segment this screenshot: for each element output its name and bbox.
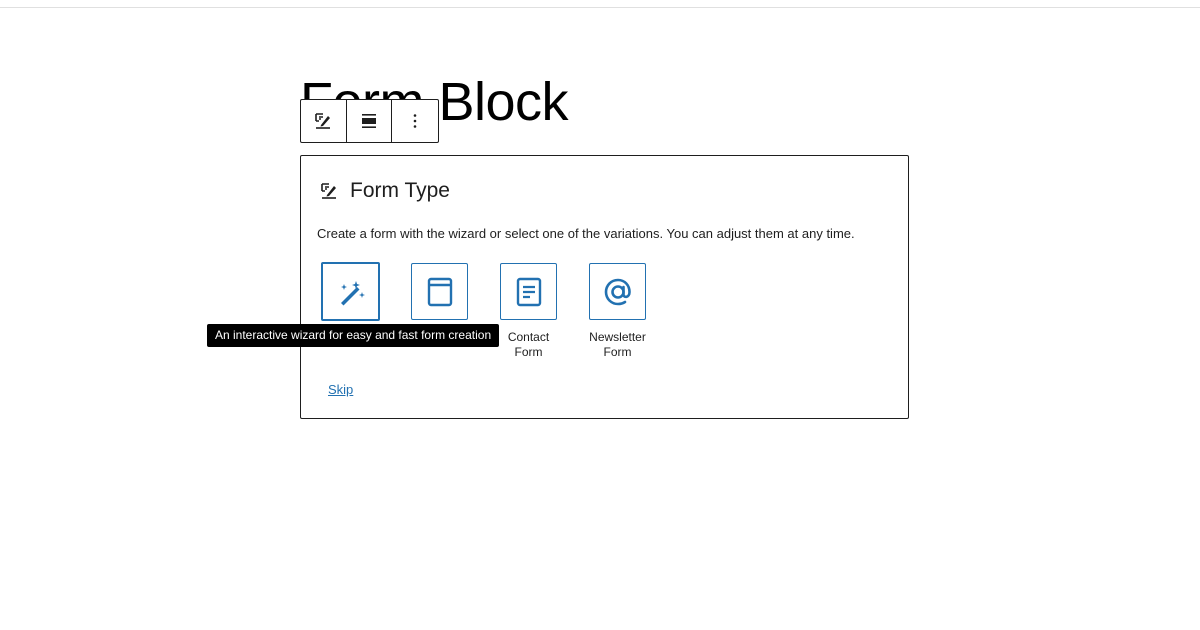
newsletter-form-variation-button[interactable]	[589, 263, 646, 320]
variation-contact: Contact Form	[500, 263, 589, 360]
wizard-variation-button[interactable]	[321, 262, 380, 321]
block-toolbar	[300, 99, 439, 143]
contact-form-icon	[516, 277, 541, 306]
skip-link[interactable]: Skip	[328, 382, 353, 398]
placeholder-title: Form Type	[350, 179, 450, 202]
more-options-icon	[413, 114, 417, 128]
variation-label: Contact Form	[507, 330, 550, 359]
blank-form-icon	[427, 277, 452, 306]
placeholder-instructions: Create a form with the wizard or select …	[317, 226, 855, 241]
align-toolbar-button[interactable]	[347, 100, 393, 142]
blank-form-variation-button[interactable]	[411, 263, 468, 320]
contact-form-variation-button[interactable]	[500, 263, 557, 320]
editor-canvas: Form Block	[0, 0, 1200, 630]
variation-newsletter: Newsletter Form	[589, 263, 678, 360]
at-sign-icon	[604, 278, 631, 305]
variation-label: Newsletter Form	[589, 330, 646, 359]
placeholder-header: Form Type	[320, 178, 450, 204]
form-edit-icon	[321, 183, 336, 199]
wizard-tooltip: An interactive wizard for easy and fast …	[207, 324, 500, 347]
more-options-button[interactable]	[392, 100, 438, 142]
form-edit-icon	[315, 113, 331, 129]
align-icon	[362, 114, 376, 128]
magic-wand-icon	[340, 280, 365, 305]
form-type-placeholder: Form Type Create a form with the wizard …	[300, 155, 909, 419]
form-type-toolbar-button[interactable]	[301, 100, 347, 142]
header-divider	[0, 7, 1200, 8]
